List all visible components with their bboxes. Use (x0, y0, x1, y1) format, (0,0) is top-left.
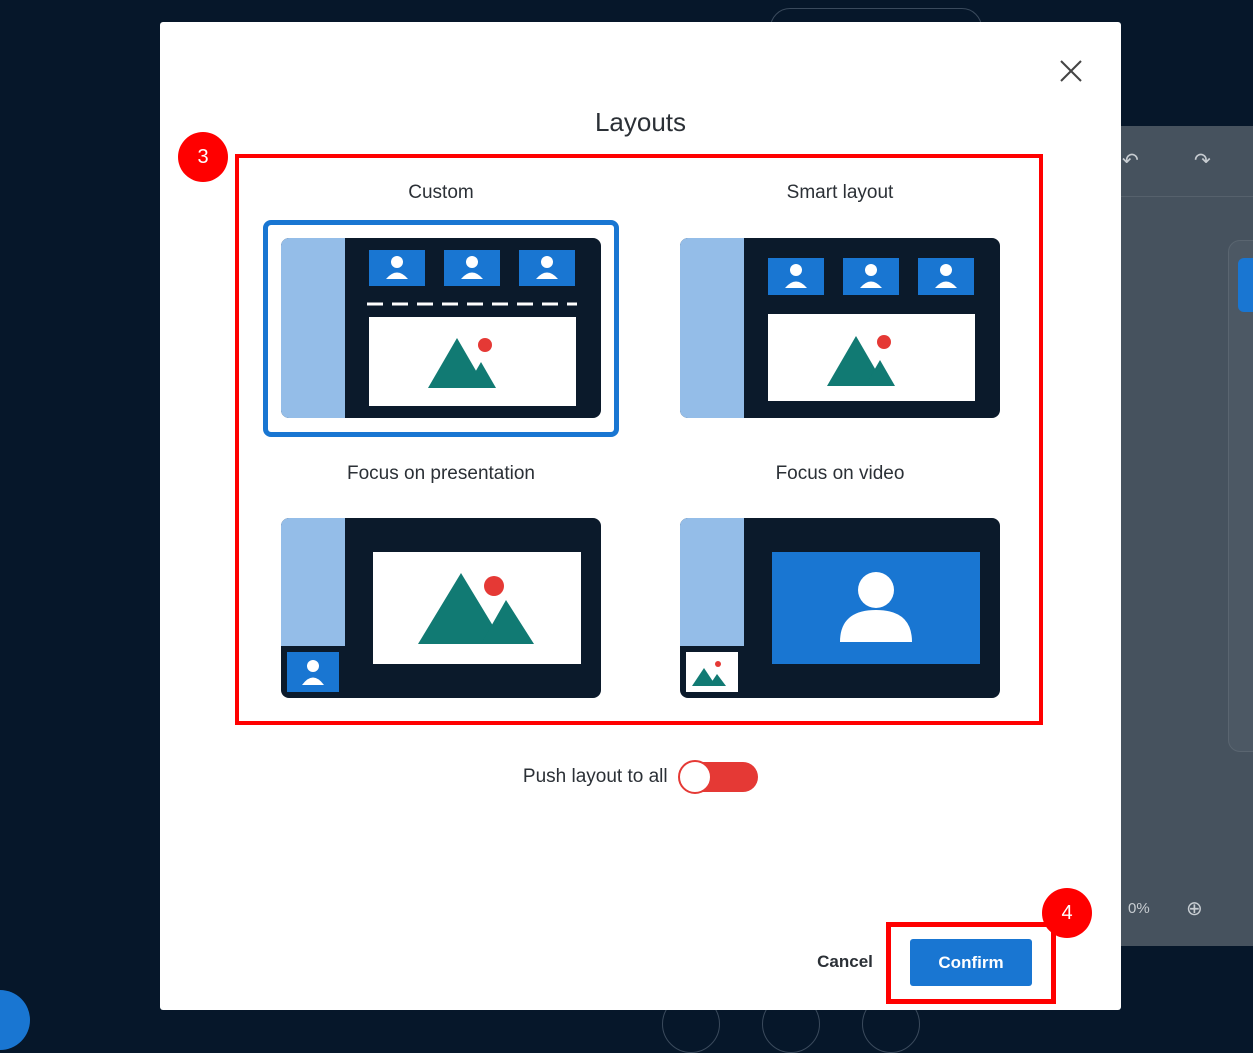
background-zoom-bar: 0% ⊕ (1110, 880, 1253, 940)
person-icon (287, 652, 339, 692)
layout-option-video[interactable] (680, 518, 1000, 698)
push-layout-row: Push layout to all (160, 760, 1121, 794)
person-icon (369, 250, 425, 286)
image-icon (686, 652, 738, 692)
layouts-dialog: Layouts 3 Custom Smart layout Focus on p… (160, 22, 1121, 1010)
layout-option-presentation[interactable] (281, 518, 601, 698)
person-icon (768, 258, 824, 295)
undo-icon[interactable]: ↶ (1122, 148, 1139, 173)
background-card (1228, 240, 1253, 752)
image-icon (768, 314, 975, 401)
zoom-level: 0% (1128, 900, 1150, 917)
dialog-title: Layouts (594, 107, 687, 137)
cancel-button[interactable]: Cancel (800, 942, 890, 982)
annotation-badge: 4 (1042, 888, 1092, 938)
push-layout-toggle[interactable] (678, 760, 759, 794)
toggle-knob (678, 760, 713, 794)
person-icon (519, 250, 575, 286)
layout-label-smart: Smart layout (786, 182, 894, 203)
push-layout-label: Push layout to all (522, 766, 668, 787)
layout-label-video: Focus on video (775, 463, 905, 484)
image-icon (369, 317, 576, 406)
layout-label-presentation: Focus on presentation (346, 463, 535, 484)
person-icon (918, 258, 974, 295)
zoom-in-icon[interactable]: ⊕ (1186, 896, 1203, 921)
background-toolbar: ↶ ↷ (1110, 126, 1253, 197)
background-blue-tab (1238, 258, 1253, 312)
person-icon (843, 258, 899, 295)
layout-label-custom: Custom (408, 182, 474, 203)
person-icon (444, 250, 500, 286)
annotation-badge: 3 (178, 132, 228, 182)
redo-icon[interactable]: ↷ (1194, 148, 1211, 173)
layout-option-custom[interactable] (281, 238, 601, 418)
layout-option-smart[interactable] (680, 238, 1000, 418)
person-icon (772, 552, 980, 664)
close-icon[interactable] (1056, 56, 1086, 86)
background-fab (0, 990, 30, 1050)
image-icon (373, 552, 581, 664)
confirm-button[interactable]: Confirm (910, 939, 1032, 986)
